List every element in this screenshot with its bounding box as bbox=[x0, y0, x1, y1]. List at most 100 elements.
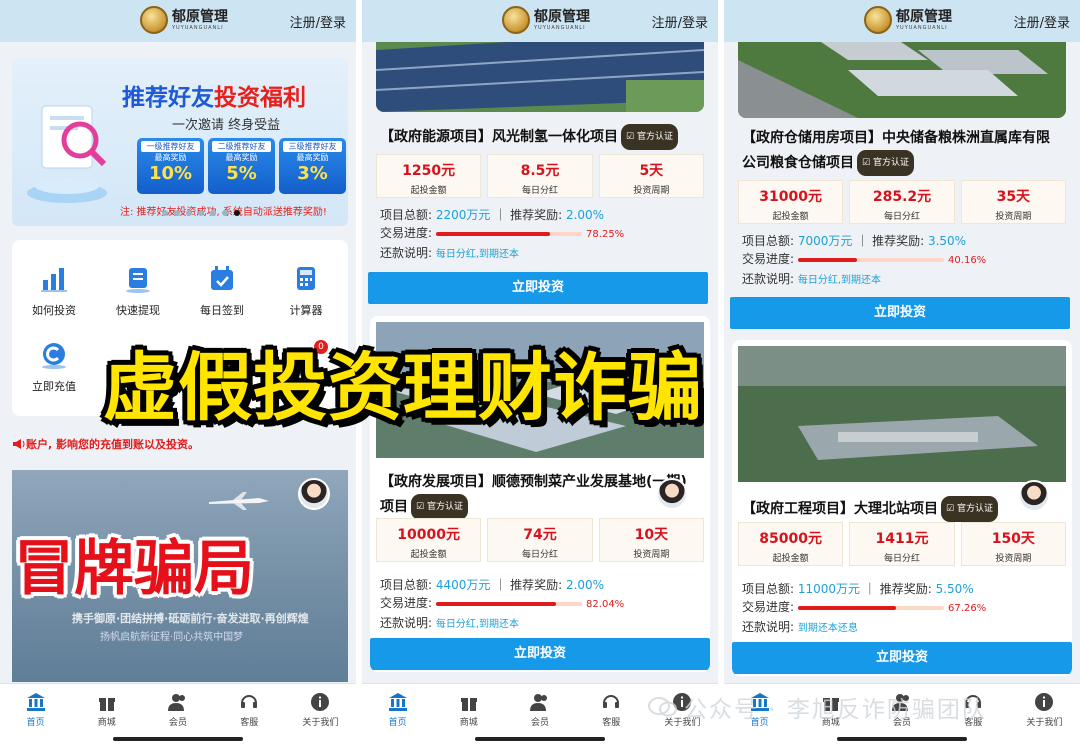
action-calculator[interactable]: 计算器 bbox=[264, 264, 348, 318]
invest-now-button[interactable]: 立即投资 bbox=[370, 638, 710, 670]
project-reward: 5.50% bbox=[935, 582, 974, 596]
certified-badge: ☑ 官方认证 bbox=[857, 150, 914, 176]
stat-min-invest: 1250元 起投金额 bbox=[376, 154, 482, 198]
reward-level-value: 10% bbox=[148, 163, 193, 184]
project-info: 项目总额: 2200万元 ｜ 推荐奖励: 2.00% 交易进度: 78.25% 还… bbox=[380, 208, 625, 260]
progress-bar bbox=[436, 231, 583, 236]
magnifier-illustration-icon bbox=[27, 105, 107, 203]
invest-now-button[interactable]: 立即投资 bbox=[732, 642, 1072, 674]
stat-daily-dividend: 74元 每日分红 bbox=[487, 518, 593, 562]
withdraw-icon bbox=[126, 268, 150, 293]
referral-banner[interactable]: 推荐好友投资福利 一次邀请 终身受益 一级推荐好友 最高奖励 10% 二级推荐好… bbox=[12, 58, 348, 226]
logo-name-en: YUYUANGUANLI bbox=[534, 24, 586, 31]
repay-note: 每日分红,到期还本 bbox=[435, 619, 520, 630]
reward-levels: 一级推荐好友 最高奖励 10% 二级推荐好友 最高奖励 5% 三级推荐好友 最高… bbox=[137, 138, 346, 194]
project-card[interactable]: 【政府仓储用房项目】中央储备粮株洲直属库有限公司粮食仓储项目 ☑ 官方认证 310… bbox=[732, 126, 1072, 316]
tab-about[interactable]: 关于我们 bbox=[285, 684, 356, 747]
certified-badge: ☑ 官方认证 bbox=[941, 496, 998, 522]
action-quick-withdraw[interactable]: 快速提现 bbox=[96, 264, 180, 318]
login-register-link[interactable]: 注册/登录 bbox=[290, 12, 346, 31]
stat-period: 5天 投资周期 bbox=[598, 154, 704, 198]
warning-caption-sub: 冒牌骗局 bbox=[14, 534, 254, 604]
notice-marquee[interactable]: 账户, 影响您的充值到账以及投资。 bbox=[12, 436, 348, 452]
progress-label: 78.25% bbox=[586, 229, 625, 240]
action-daily-checkin[interactable]: 每日签到 bbox=[180, 264, 264, 318]
project-list-screen-2: 郁原管理 YUYUANGUANLI 注册/登录 【政府仓储用房项目】中央储备粮株… bbox=[724, 0, 1080, 747]
project-info: 项目总额: 7000万元 ｜ 推荐奖励: 3.50% 交易进度: 40.16% 还… bbox=[742, 234, 987, 286]
app-logo[interactable]: 郁原管理 YUYUANGUANLI bbox=[140, 6, 228, 34]
support-avatar[interactable] bbox=[656, 478, 688, 510]
stat-min-invest: 31000元 起投金额 bbox=[738, 180, 844, 224]
project-reward: 3.50% bbox=[927, 234, 967, 248]
project-card[interactable]: 【政府工程项目】大理北站项目 ☑ 官方认证 85000元 起投金额 1411元 每日分… bbox=[732, 340, 1072, 676]
project-reward: 2.00% bbox=[565, 208, 605, 222]
invest-now-button[interactable]: 立即投资 bbox=[730, 297, 1070, 329]
login-register-link[interactable]: 注册/登录 bbox=[652, 12, 708, 31]
repay-note: 每日分红,到期还本 bbox=[435, 249, 520, 260]
members-icon bbox=[530, 694, 547, 711]
bank-icon bbox=[26, 693, 45, 711]
top-bar: 郁原管理 YUYUANGUANLI 注册/登录 bbox=[362, 0, 718, 42]
project-card[interactable]: 【政府能源项目】风光制氢一体化项目 ☑ 官方认证 1250元 起投金额 8.5元 每日… bbox=[370, 124, 710, 292]
project-image-granary[interactable] bbox=[738, 30, 1066, 118]
carousel-dots[interactable] bbox=[162, 210, 240, 216]
calculator-icon bbox=[297, 267, 315, 290]
tab-about[interactable]: 关于我们 bbox=[1009, 684, 1080, 747]
photo-slogan-2: 扬帆启航新征程·同心共筑中国梦 bbox=[100, 632, 244, 643]
login-register-link[interactable]: 注册/登录 bbox=[1014, 12, 1070, 31]
reward-level-3: 三级推荐好友 最高奖励 3% bbox=[279, 138, 346, 194]
logo-emblem-icon bbox=[140, 6, 168, 34]
action-recharge[interactable]: 立即充值 bbox=[12, 340, 96, 394]
support-avatar[interactable] bbox=[298, 478, 330, 510]
tab-home[interactable]: 首页 bbox=[362, 684, 433, 747]
logo-emblem-icon bbox=[502, 6, 530, 34]
photo-slogan-1: 携手御原·团结拼搏·砥砺前行·奋发进取·再创辉煌 bbox=[72, 612, 309, 625]
top-bar: 郁原管理 YUYUANGUANLI 注册/登录 bbox=[724, 0, 1080, 42]
logo-emblem-icon bbox=[864, 6, 892, 34]
stat-period: 35天 投资周期 bbox=[960, 180, 1066, 224]
project-stats: 85000元 起投金额 1411元 每日分红 150天 投资周期 bbox=[732, 522, 1072, 566]
project-stats: 31000元 起投金额 285.2元 每日分红 35天 投资周期 bbox=[732, 180, 1072, 224]
top-bar: 郁原管理 YUYUANGUANLI 注册/登录 bbox=[0, 0, 356, 42]
airplane-icon bbox=[209, 492, 269, 510]
reward-level-sub: 最高奖励 bbox=[296, 153, 329, 162]
banner-title: 推荐好友投资福利 bbox=[122, 85, 306, 111]
stat-period: 10天 投资周期 bbox=[598, 518, 704, 562]
project-image-solar[interactable] bbox=[376, 30, 704, 112]
reward-level-value: 3% bbox=[297, 163, 328, 184]
app-logo[interactable]: 郁原管理 YUYUANGUANLI bbox=[864, 6, 952, 34]
progress-label: 40.16% bbox=[948, 255, 987, 266]
members-icon bbox=[168, 694, 185, 711]
reward-level-label: 一级推荐好友 bbox=[141, 141, 200, 152]
project-total: 11000万元 bbox=[797, 582, 861, 596]
project-title: 【政府仓储用房项目】中央储备粮株洲直属库有限公司粮食仓储项目 ☑ 官方认证 bbox=[732, 126, 1072, 176]
action-how-to-invest[interactable]: 如何投资 bbox=[12, 264, 96, 318]
action-label: 立即充值 bbox=[32, 380, 76, 393]
repay-note: 到期还本还息 bbox=[797, 623, 858, 634]
repay-note: 每日分红,到期还本 bbox=[797, 275, 882, 286]
certified-badge: ☑ 官方认证 bbox=[411, 494, 468, 520]
app-logo[interactable]: 郁原管理 YUYUANGUANLI bbox=[502, 6, 590, 34]
tab-home[interactable]: 首页 bbox=[0, 684, 71, 747]
bank-icon bbox=[388, 693, 407, 711]
reward-level-label: 三级推荐好友 bbox=[283, 141, 342, 152]
reward-level-sub: 最高奖励 bbox=[225, 153, 258, 162]
stat-daily-dividend: 285.2元 每日分红 bbox=[849, 180, 955, 224]
calendar-icon bbox=[211, 266, 233, 290]
support-avatar[interactable] bbox=[1018, 480, 1050, 512]
stat-min-invest: 85000元 起投金额 bbox=[738, 522, 844, 566]
logo-name-cn: 郁原管理 bbox=[172, 8, 228, 25]
action-label: 如何投资 bbox=[32, 304, 76, 317]
project-image-station bbox=[738, 346, 1066, 482]
watermark-text: 公众号 · 李旭反诈防骗团队 bbox=[684, 697, 987, 723]
banner-subtitle: 一次邀请 终身受益 bbox=[172, 118, 281, 133]
project-info: 项目总额: 11000万元 ｜ 推荐奖励: 5.50% 交易进度: 67.26% … bbox=[742, 582, 987, 634]
invest-now-button[interactable]: 立即投资 bbox=[368, 272, 708, 304]
action-label: 快速提现 bbox=[116, 304, 160, 317]
account-watermark: 公众号 · 李旭反诈防骗团队 bbox=[648, 690, 987, 724]
info-icon bbox=[1035, 693, 1054, 711]
headset-icon bbox=[603, 695, 620, 708]
logo-name-en: YUYUANGUANLI bbox=[172, 24, 224, 31]
notice-text: 账户, 影响您的充值到账以及投资。 bbox=[26, 438, 200, 451]
gift-icon bbox=[460, 698, 477, 711]
